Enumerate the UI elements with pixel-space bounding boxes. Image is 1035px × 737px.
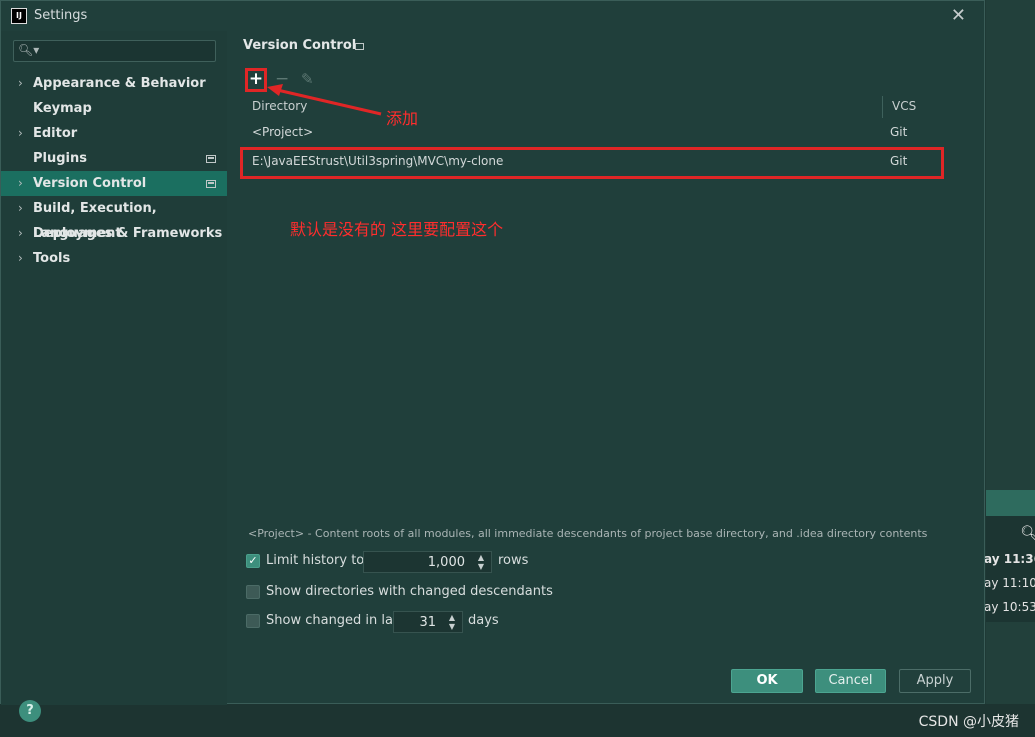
search-icon[interactable]: 🔍︎ bbox=[1020, 524, 1035, 542]
background-app-toolbar-strip bbox=[986, 490, 1035, 516]
annotation-arrow bbox=[267, 84, 382, 116]
limit-history-option: ✓ Limit history to: 1,000 ▲ ▼ rows bbox=[246, 551, 546, 573]
background-app-window bbox=[986, 0, 1035, 737]
sidebar-item-build-execution-deployment[interactable]: › Build, Execution, Deployment bbox=[1, 196, 227, 241]
stepper-arrows-icon[interactable]: ▲ ▼ bbox=[475, 553, 487, 571]
show-dirs-option: Show directories with changed descendant… bbox=[246, 582, 553, 604]
show-changed-option: Show changed in last 31 ▲ ▼ days bbox=[246, 611, 506, 633]
watermark: CSDN @小皮猪 bbox=[918, 714, 1019, 730]
stepper-value: 31 bbox=[419, 615, 436, 630]
annotation-config-note: 默认是没有的 这里要配置这个 bbox=[290, 220, 504, 239]
chevron-right-icon: › bbox=[18, 201, 23, 215]
sidebar-item-label: Editor bbox=[33, 126, 78, 141]
sidebar-item-appearance-behavior[interactable]: › Appearance & Behavior bbox=[1, 71, 227, 96]
chevron-right-icon: › bbox=[18, 251, 23, 265]
sidebar-item-keymap[interactable]: Keymap bbox=[1, 96, 227, 121]
project-settings-icon bbox=[206, 180, 216, 188]
sidebar-item-label: Tools bbox=[33, 251, 71, 266]
close-icon[interactable]: ✕ bbox=[951, 5, 966, 26]
cancel-button[interactable]: Cancel bbox=[815, 669, 886, 693]
title-bar: IJ Settings ✕ bbox=[1, 1, 984, 31]
background-timestamp: ay 11:36 bbox=[984, 552, 1035, 566]
sidebar-item-label: Plugins bbox=[33, 151, 87, 166]
chevron-right-icon: › bbox=[18, 126, 23, 140]
directory-cell: <Project> bbox=[252, 125, 314, 139]
annotation-add-note: 添加 bbox=[386, 109, 419, 128]
stepper-arrows-icon[interactable]: ▲ ▼ bbox=[446, 613, 458, 631]
limit-history-suffix: rows bbox=[498, 553, 529, 568]
show-dirs-label: Show directories with changed descendant… bbox=[266, 584, 553, 599]
limit-history-label: Limit history to: bbox=[266, 553, 369, 568]
show-dirs-checkbox[interactable] bbox=[246, 585, 260, 599]
ok-button[interactable]: OK bbox=[731, 669, 803, 693]
settings-dialog: IJ Settings ✕ 🔍︎▾ › Appearance & Behavior… bbox=[0, 0, 985, 722]
apply-button[interactable]: Apply bbox=[899, 669, 971, 693]
sidebar-item-label: Appearance & Behavior bbox=[33, 76, 206, 91]
chevron-right-icon: › bbox=[18, 76, 23, 90]
show-changed-checkbox[interactable] bbox=[246, 614, 260, 628]
chevron-right-icon: › bbox=[18, 226, 23, 240]
window-title: Settings bbox=[34, 8, 88, 23]
sidebar-item-label: Keymap bbox=[33, 101, 92, 116]
column-divider[interactable] bbox=[882, 96, 883, 118]
search-icon: 🔍︎▾ bbox=[18, 43, 40, 57]
limit-history-stepper[interactable]: 1,000 ▲ ▼ bbox=[363, 551, 492, 573]
annotation-box-row bbox=[240, 147, 944, 179]
sidebar-item-version-control[interactable]: › Version Control bbox=[1, 171, 227, 196]
vcs-cell: Git bbox=[890, 125, 908, 139]
chevron-right-icon: › bbox=[18, 176, 23, 190]
sidebar-item-tools[interactable]: › Tools bbox=[1, 246, 227, 271]
stepper-value: 1,000 bbox=[427, 555, 465, 570]
table-row[interactable]: <Project> Git bbox=[244, 118, 944, 147]
project-settings-icon bbox=[355, 43, 364, 50]
sidebar-item-languages-frameworks[interactable]: › Languages & Frameworks bbox=[1, 221, 227, 246]
sidebar-item-plugins[interactable]: Plugins bbox=[1, 146, 227, 171]
background-timestamp: ay 10:53 bbox=[984, 600, 1035, 614]
background-timestamp: ay 11:10 bbox=[984, 576, 1035, 590]
show-changed-label: Show changed in last bbox=[266, 613, 405, 628]
background-bottom-bar bbox=[0, 704, 1035, 737]
project-settings-icon bbox=[206, 155, 216, 163]
project-hint-text: <Project> - Content roots of all modules… bbox=[248, 527, 928, 540]
sidebar-item-label: Languages & Frameworks bbox=[33, 226, 223, 241]
help-button[interactable]: ? bbox=[19, 700, 41, 722]
show-changed-stepper[interactable]: 31 ▲ ▼ bbox=[393, 611, 463, 633]
settings-nav: › Appearance & Behavior Keymap › Editor Pl… bbox=[1, 71, 227, 271]
settings-search-input[interactable]: 🔍︎▾ bbox=[13, 40, 216, 62]
sidebar-item-editor[interactable]: › Editor bbox=[1, 121, 227, 146]
intellij-app-icon: IJ bbox=[11, 8, 27, 24]
show-changed-suffix: days bbox=[468, 613, 499, 628]
settings-sidebar: 🔍︎▾ › Appearance & Behavior Keymap › Edito… bbox=[1, 31, 227, 722]
limit-history-checkbox[interactable]: ✓ bbox=[246, 554, 260, 568]
sidebar-item-label: Version Control bbox=[33, 176, 147, 191]
column-header-vcs[interactable]: VCS bbox=[892, 99, 916, 113]
page-title: Version Control bbox=[243, 38, 357, 53]
